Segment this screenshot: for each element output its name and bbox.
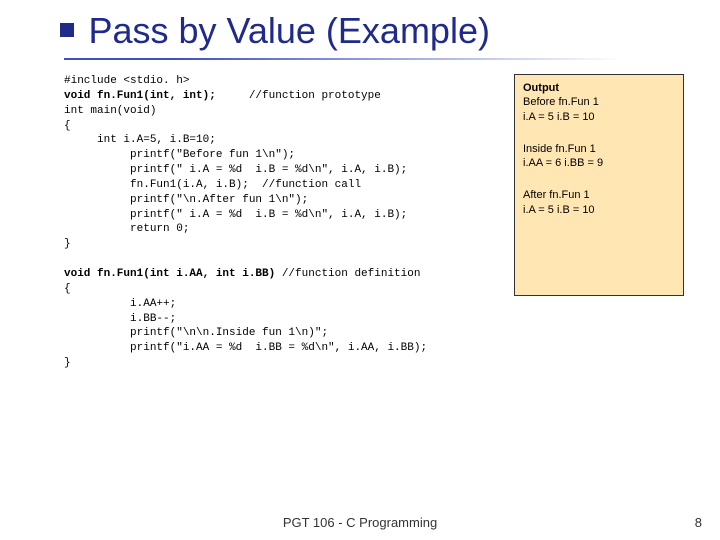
content-area: #include <stdio. h> void fn.Fun1(int, in… (0, 74, 720, 371)
code-line: int main(void) (64, 105, 156, 117)
code-line: { (64, 283, 71, 295)
code-line: printf("Before fun 1\n"); (64, 149, 295, 161)
slide-title: Pass by Value (Example) (88, 10, 490, 52)
code-line: printf("i.AA = %d i.BB = %d\n", i.AA, i.… (64, 342, 427, 354)
code-line: i.BB--; (64, 313, 176, 325)
output-line: i.AA = 6 i.BB = 9 (523, 157, 603, 169)
code-line: printf("\n.After fun 1\n"); (64, 194, 308, 206)
output-heading: Output (523, 82, 559, 94)
code-comment: //function prototype (216, 90, 381, 102)
code-line: printf(" i.A = %d i.B = %d\n", i.A, i.B)… (64, 164, 407, 176)
output-line: i.A = 5 i.B = 10 (523, 111, 595, 123)
title-area: Pass by Value (Example) (0, 0, 720, 52)
code-line-bold: void fn.Fun1(int, int); (64, 90, 216, 102)
footer-text: PGT 106 - C Programming (0, 515, 720, 530)
title-bullet-icon (60, 23, 74, 37)
code-line: fn.Fun1(i.A, i.B); (64, 179, 249, 191)
output-group: After fn.Fun 1 i.A = 5 i.B = 10 (523, 188, 675, 217)
code-line: } (64, 238, 71, 250)
output-line: After fn.Fun 1 (523, 189, 590, 201)
output-group: Output Before fn.Fun 1 i.A = 5 i.B = 10 (523, 81, 675, 124)
output-line: Before fn.Fun 1 (523, 96, 599, 108)
code-line: printf(" i.A = %d i.B = %d\n", i.A, i.B)… (64, 209, 407, 221)
code-line: { (64, 120, 71, 132)
code-line: printf("\n\n.Inside fun 1\n)"; (64, 327, 328, 339)
code-line-bold: void fn.Fun1(int i.AA, int i.BB) (64, 268, 275, 280)
code-comment: //function call (249, 179, 361, 191)
output-line: Inside fn.Fun 1 (523, 143, 596, 155)
output-group: Inside fn.Fun 1 i.AA = 6 i.BB = 9 (523, 142, 675, 171)
page-number: 8 (695, 515, 702, 530)
output-line: i.A = 5 i.B = 10 (523, 204, 595, 216)
code-line: int i.A=5, i.B=10; (64, 134, 216, 146)
code-comment: //function definition (275, 268, 420, 280)
divider (64, 58, 624, 60)
output-box: Output Before fn.Fun 1 i.A = 5 i.B = 10 … (514, 74, 684, 296)
code-line: i.AA++; (64, 298, 176, 310)
code-line: } (64, 357, 71, 369)
code-line: return 0; (64, 223, 189, 235)
code-line: #include <stdio. h> (64, 75, 189, 87)
